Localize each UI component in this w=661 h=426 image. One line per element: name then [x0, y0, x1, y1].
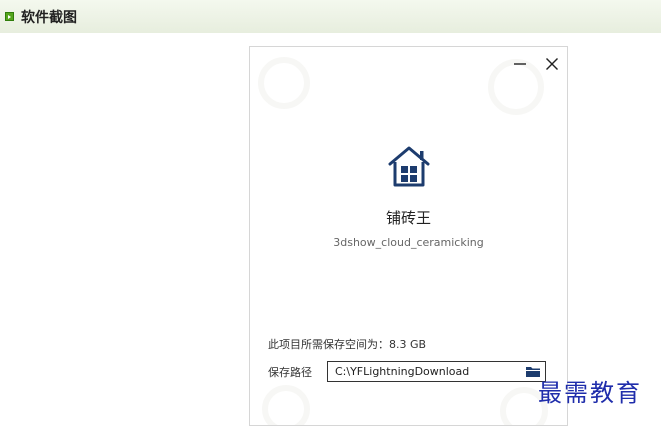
app-identifier: 3dshow_cloud_ceramicking [333, 236, 484, 249]
close-icon [546, 58, 558, 70]
save-path-label: 保存路径 [268, 366, 312, 379]
minimize-icon [514, 63, 526, 65]
required-space-text: 此项目所需保存空间为：8.3 GB [268, 338, 427, 351]
download-dialog: 铺砖王 3dshow_cloud_ceramicking 此项目所需保存空间为：… [249, 46, 568, 426]
section-title: 软件截图 [21, 9, 77, 26]
close-button[interactable] [539, 51, 565, 77]
background-swirl-decoration [258, 57, 310, 109]
house-icon [388, 146, 430, 187]
watermark-text: 最需教育 [538, 379, 642, 407]
background-swirl-decoration [262, 385, 310, 425]
save-path-input[interactable]: C:\YFLightningDownload [327, 361, 546, 382]
play-bullet-icon [5, 12, 14, 21]
section-header: 软件截图 [0, 0, 661, 33]
save-path-value[interactable]: C:\YFLightningDownload [328, 365, 521, 378]
app-name: 铺砖王 [385, 209, 431, 227]
minimize-button[interactable] [507, 51, 533, 77]
